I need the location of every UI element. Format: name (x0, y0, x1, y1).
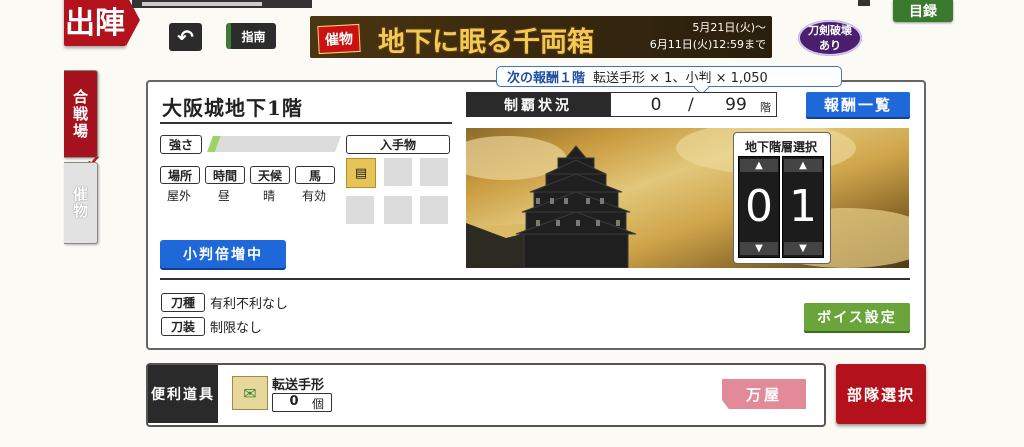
conquest-unit: 階 (760, 101, 771, 114)
weather-label: 天候 (250, 166, 290, 184)
castle-illustration (466, 128, 909, 268)
time-label: 時間 (205, 166, 245, 184)
conquest-current: 0 (650, 95, 662, 115)
floor-digit-tens[interactable]: ▲ 0 ▼ (738, 156, 780, 258)
top-status-strip (132, 0, 312, 8)
time-value: 昼 (217, 189, 230, 203)
floor-digit-ones[interactable]: ▲ 1 ▼ (782, 156, 824, 258)
item-slot (346, 196, 374, 224)
tab-event-label: 催物 (71, 186, 89, 220)
weather-value: 晴 (262, 189, 275, 203)
floor-ones-value: 1 (789, 181, 817, 232)
guide-button[interactable]: 指南 (226, 23, 276, 49)
down-arrow-icon[interactable]: ▼ (740, 242, 778, 255)
back-arrow-icon[interactable]: ↶ (169, 23, 202, 51)
strength-label: 強さ (160, 135, 202, 154)
up-arrow-icon[interactable]: ▲ (784, 159, 822, 172)
tab-battlefield[interactable]: 合戦場 (64, 70, 98, 158)
break-badge-line1: 刀剣破壊 (808, 24, 852, 37)
up-arrow-icon[interactable]: ▲ (740, 159, 778, 172)
floor-selector-label: 地下階層選択 (744, 140, 817, 154)
event-date-start: 5月21日(火)〜 (692, 21, 766, 34)
event-title: 地下に眠る千両箱 (378, 27, 594, 58)
koban-icon[interactable]: ▤ (346, 158, 376, 188)
koban-double-button[interactable]: 小判倍増中 (160, 240, 286, 268)
item-slot (420, 196, 448, 224)
reward-list-button[interactable]: 報酬一覧 (806, 92, 910, 117)
tab-battlefield-label: 合戦場 (71, 88, 89, 140)
strength-bar (207, 136, 341, 152)
item-slot (384, 158, 412, 186)
stage-title: 大阪城地下1階 (162, 96, 303, 120)
items-label: 入手物 (346, 135, 450, 154)
conquest-separator: / (688, 95, 694, 115)
divider (160, 278, 910, 280)
status-fill (142, 2, 262, 6)
item-slot (420, 158, 448, 186)
location-label: 場所 (160, 166, 200, 184)
transfer-pass-unit: 個 (312, 397, 325, 411)
horse-label: 馬 (295, 166, 335, 184)
equipment-label: 刀装 (161, 317, 205, 336)
tools-label: 便利道具 (148, 365, 218, 423)
location-value: 屋外 (166, 189, 191, 203)
item-slot (384, 196, 412, 224)
break-badge-line2: あり (819, 39, 841, 52)
next-reward-label: 次の報酬１階 (507, 71, 586, 86)
transfer-pass-name: 転送手形 (272, 378, 325, 393)
horse-value: 有効 (301, 189, 326, 203)
conquest-label: 制覇状況 (466, 92, 610, 117)
catalog-button[interactable]: 目録 (893, 0, 953, 22)
event-banner[interactable]: 催物 地下に眠る千両箱 5月21日(火)〜 6月11日(火)12:59まで (310, 16, 772, 58)
sword-type-value: 有利不利なし (210, 297, 289, 312)
shop-button[interactable]: 万屋 (722, 379, 806, 409)
floor-tens-value: 0 (745, 181, 773, 232)
conquest-total: 99 (725, 95, 747, 115)
event-dates: 5月21日(火)〜 6月11日(火)12:59まで (650, 19, 766, 53)
team-select-button[interactable]: 部隊選択 (836, 364, 926, 424)
tab-event[interactable]: 催物 (64, 162, 98, 244)
sword-type-label: 刀種 (161, 293, 205, 312)
voice-settings-button[interactable]: ボイス設定 (804, 303, 910, 331)
transfer-pass-count: 0 (289, 394, 299, 409)
event-date-end: 6月11日(火)12:59まで (649, 38, 766, 51)
next-reward-tooltip: 次の報酬１階 転送手形 × 1、小判 × 1,050 (496, 66, 842, 96)
sword-break-badge: 刀剣破壊 あり (798, 20, 862, 56)
event-tag: 催物 (317, 23, 361, 55)
castle-image (466, 128, 909, 268)
transfer-pass-icon[interactable]: ✉ (232, 376, 268, 410)
title-underline (160, 122, 452, 124)
next-reward-text: 転送手形 × 1、小判 × 1,050 (593, 71, 768, 86)
page-title: 出陣 (64, 0, 140, 46)
equipment-value: 制限なし (210, 321, 263, 336)
top-edge-icon (858, 0, 870, 6)
down-arrow-icon[interactable]: ▼ (784, 242, 822, 255)
